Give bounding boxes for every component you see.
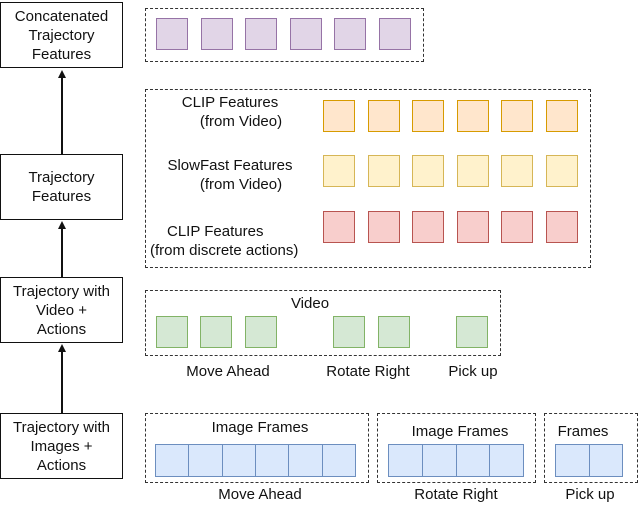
action-label: Pick up	[565, 486, 615, 503]
feature-square-orange	[412, 100, 444, 132]
action-label: Rotate Right	[414, 486, 498, 503]
video-clip-square	[456, 316, 488, 348]
stage-line: Actions	[36, 456, 87, 474]
stage-line: Trajectory with	[13, 282, 110, 300]
video-clip-square	[200, 316, 232, 348]
feature-square-red	[367, 211, 400, 243]
arrow-up-icon	[58, 70, 65, 154]
stage-video-actions: Trajectory with Video + Actions	[0, 277, 123, 343]
image-frames-title: Image Frames	[211, 419, 309, 436]
feature-square-orange	[456, 100, 489, 132]
feature-label-clip-actions: CLIP Features (from discrete actions)	[150, 222, 340, 260]
video-clip-square	[156, 316, 188, 348]
stage-line: Actions	[36, 320, 87, 338]
feature-square-yellow	[323, 155, 355, 187]
video-action-label: Move Ahead	[186, 363, 270, 380]
concatenated-feature-square	[156, 18, 188, 50]
feature-square-red	[456, 211, 489, 243]
image-frame	[490, 445, 523, 476]
label-line: SlowFast Features	[167, 157, 293, 174]
label-line: (from Video)	[199, 113, 283, 130]
image-frame	[223, 445, 256, 476]
stage-line: Concatenated	[14, 7, 109, 25]
image-frame	[189, 445, 223, 476]
frame-strip	[155, 444, 356, 477]
stage-line: Trajectory	[28, 169, 95, 186]
image-frame	[256, 445, 290, 476]
video-title: Video	[290, 295, 330, 312]
feature-square-red	[323, 211, 355, 243]
concatenated-feature-square	[289, 18, 322, 50]
feature-square-red	[501, 211, 533, 243]
image-frame	[457, 445, 491, 476]
stage-line: Images +	[30, 437, 93, 455]
image-frames-title: Image Frames	[411, 423, 509, 440]
feature-square-orange	[545, 100, 578, 132]
stage-line: Video +	[35, 301, 88, 319]
feature-square-yellow	[367, 155, 400, 187]
stage-line: Trajectory	[28, 26, 95, 44]
image-frame	[556, 445, 590, 476]
feature-square-orange	[367, 100, 400, 132]
feature-square-yellow	[501, 155, 533, 187]
video-clip-square	[245, 316, 277, 348]
feature-label-clip-video: CLIP Features (from Video)	[150, 93, 310, 131]
concatenated-feature-square	[245, 18, 277, 50]
stage-trajectory-features: Trajectory Features	[0, 154, 123, 220]
feature-square-orange	[501, 100, 533, 132]
feature-square-red	[545, 211, 578, 243]
image-frame	[590, 445, 623, 476]
video-clip-square	[378, 316, 410, 348]
concatenated-feature-square	[334, 18, 366, 50]
image-frame	[323, 445, 355, 476]
image-frames-title: Frames	[557, 423, 609, 440]
video-action-label: Rotate Right	[326, 363, 410, 380]
video-action-label: Pick up	[448, 363, 498, 380]
feature-square-yellow	[412, 155, 444, 187]
frame-strip	[388, 444, 524, 477]
label-line: CLIP Features	[167, 223, 264, 240]
stage-concatenated-features: Concatenated Trajectory Features	[0, 2, 123, 68]
frame-strip	[555, 444, 623, 477]
label-line: CLIP Features	[181, 94, 279, 111]
label-line: (from discrete actions)	[150, 242, 299, 259]
arrow-up-icon	[58, 221, 65, 277]
feature-square-yellow	[545, 155, 578, 187]
action-label: Move Ahead	[218, 486, 302, 503]
stage-line: Features	[31, 45, 92, 63]
feature-square-red	[412, 211, 444, 243]
feature-square-yellow	[456, 155, 489, 187]
stage-line: Trajectory with	[13, 418, 110, 436]
image-frame	[156, 445, 190, 476]
image-frame	[423, 445, 457, 476]
concatenated-feature-square	[378, 18, 411, 50]
stage-images-actions: Trajectory with Images + Actions	[0, 413, 123, 479]
arrow-up-icon	[58, 344, 65, 413]
stage-line: Features	[31, 188, 92, 205]
video-clip-square	[333, 316, 365, 348]
feature-label-slowfast: SlowFast Features (from Video)	[150, 156, 310, 194]
label-line: (from Video)	[199, 176, 283, 193]
feature-square-orange	[323, 100, 355, 132]
image-frame	[389, 445, 423, 476]
concatenated-feature-square	[200, 18, 233, 50]
image-frame	[289, 445, 323, 476]
